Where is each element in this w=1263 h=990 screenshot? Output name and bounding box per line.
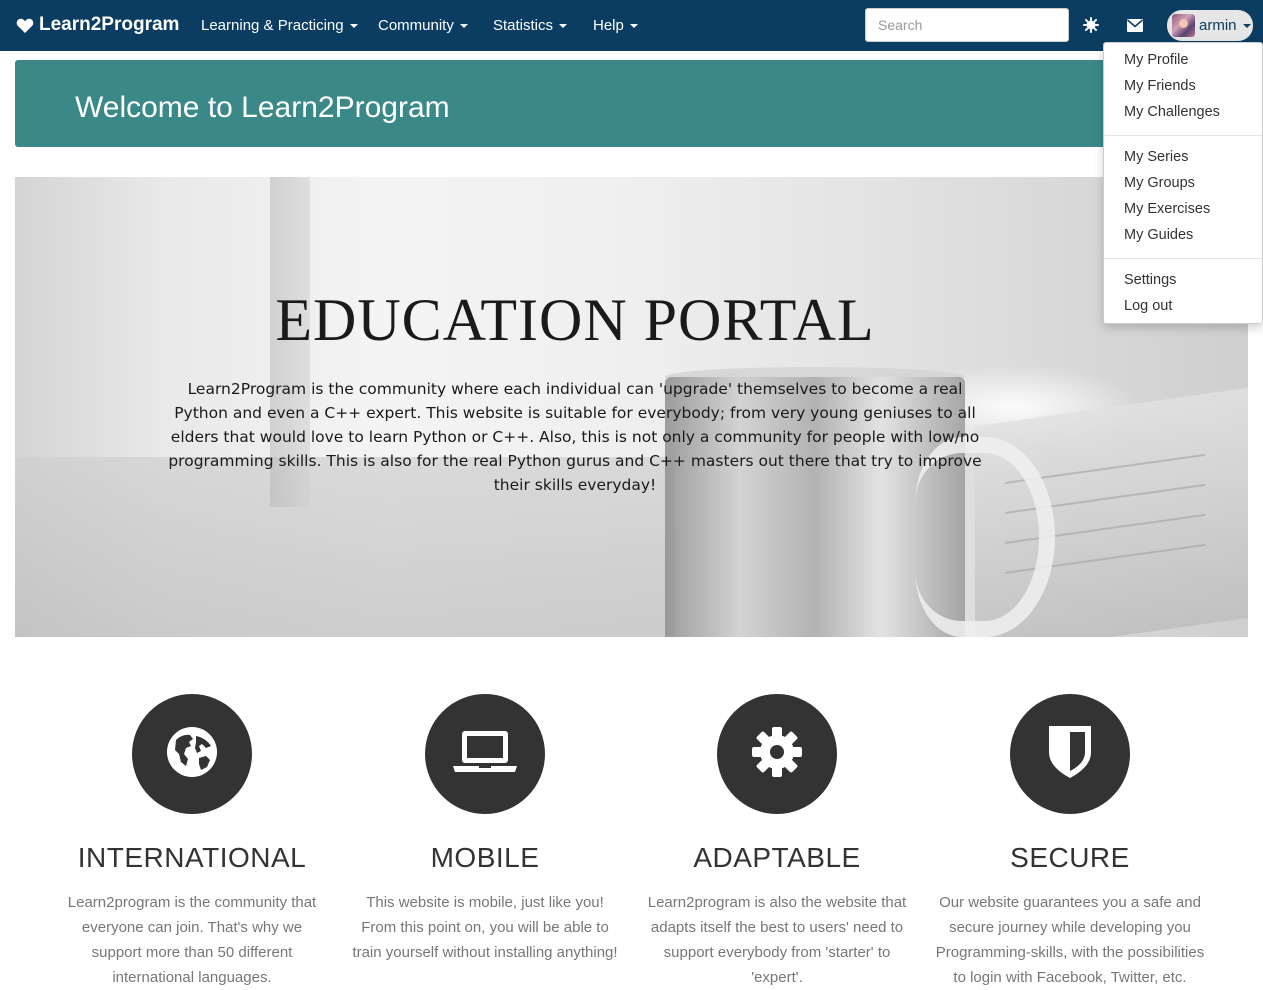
- caret-down-icon: [1242, 23, 1251, 28]
- gear-icon: [750, 725, 804, 784]
- caret-down-icon: [349, 23, 358, 28]
- hero-title: EDUCATION PORTAL: [275, 287, 875, 353]
- user-name: armin: [1199, 17, 1237, 34]
- nav-menu-community[interactable]: Community: [378, 17, 468, 34]
- brand-name: Learn2Program: [39, 14, 180, 35]
- feature-description: Learn2program is the community that ever…: [67, 894, 317, 986]
- menu-item-my-groups[interactable]: My Groups: [1124, 175, 1195, 191]
- feature-international: INTERNATIONAL Learn2program is the commu…: [47, 694, 337, 990]
- feature-description: This website is mobile, just like you! F…: [352, 894, 618, 961]
- heart-icon: [16, 17, 34, 34]
- feature-icon-circle: [1010, 694, 1130, 814]
- menu-item-my-challenges[interactable]: My Challenges: [1124, 104, 1220, 120]
- caret-down-icon: [459, 23, 468, 28]
- search-input[interactable]: [865, 8, 1069, 42]
- nav-menu-label: Learning & Practicing: [201, 17, 344, 34]
- hero-content: EDUCATION PORTAL Learn2Program is the co…: [165, 285, 985, 497]
- nav-menu-learning[interactable]: Learning & Practicing: [201, 17, 358, 34]
- nav-menu-help[interactable]: Help: [593, 17, 638, 34]
- nav-menu-label: Community: [378, 17, 454, 34]
- feature-title: MOBILE: [430, 842, 540, 873]
- feature-icon-circle: [425, 694, 545, 814]
- nav-menu-label: Help: [593, 17, 624, 34]
- notifications-icon[interactable]: [1081, 15, 1101, 35]
- hero-section: EDUCATION PORTAL Learn2Program is the co…: [15, 177, 1248, 637]
- laptop-icon: [452, 729, 518, 780]
- menu-item-my-friends[interactable]: My Friends: [1124, 78, 1196, 94]
- menu-item-settings[interactable]: Settings: [1124, 272, 1176, 288]
- hero-description: Learn2Program is the community where eac…: [168, 380, 982, 494]
- nav-menu-statistics[interactable]: Statistics: [493, 17, 568, 34]
- feature-icon-circle: [717, 694, 837, 814]
- feature-adaptable: ADAPTABLE Learn2program is also the webs…: [632, 694, 922, 990]
- user-dropdown-menu: My Profile My Friends My Challenges My S…: [1103, 42, 1263, 324]
- globe-icon: [166, 726, 218, 783]
- user-menu-button[interactable]: armin: [1167, 10, 1253, 41]
- menu-item-log-out[interactable]: Log out: [1124, 298, 1172, 314]
- feature-mobile: MOBILE This website is mobile, just like…: [340, 694, 630, 965]
- caret-down-icon: [629, 23, 638, 28]
- top-navbar: Learn2Program Learning & Practicing Comm…: [0, 0, 1263, 51]
- feature-title: INTERNATIONAL: [77, 842, 307, 873]
- feature-title: ADAPTABLE: [693, 842, 861, 873]
- feature-description: Learn2program is also the website that a…: [647, 894, 907, 986]
- feature-icon-circle: [132, 694, 252, 814]
- envelope-icon[interactable]: [1125, 15, 1145, 35]
- welcome-banner: Welcome to Learn2Program: [15, 60, 1248, 147]
- menu-item-my-guides[interactable]: My Guides: [1124, 227, 1193, 243]
- feature-secure: SECURE Our website guarantees you a safe…: [925, 694, 1215, 990]
- welcome-title: Welcome to Learn2Program: [75, 91, 450, 124]
- nav-menu-label: Statistics: [493, 17, 554, 34]
- feature-description: Our website guarantees you a safe and se…: [935, 894, 1205, 986]
- menu-item-my-profile[interactable]: My Profile: [1124, 52, 1188, 68]
- menu-item-my-series[interactable]: My Series: [1124, 149, 1188, 165]
- avatar: [1172, 14, 1195, 37]
- feature-title: SECURE: [1010, 842, 1130, 873]
- shield-icon: [1047, 724, 1093, 785]
- caret-down-icon: [559, 23, 568, 28]
- brand-link[interactable]: Learn2Program: [16, 14, 179, 36]
- menu-divider: [1104, 258, 1262, 259]
- menu-divider: [1104, 135, 1262, 136]
- menu-item-my-exercises[interactable]: My Exercises: [1124, 201, 1210, 217]
